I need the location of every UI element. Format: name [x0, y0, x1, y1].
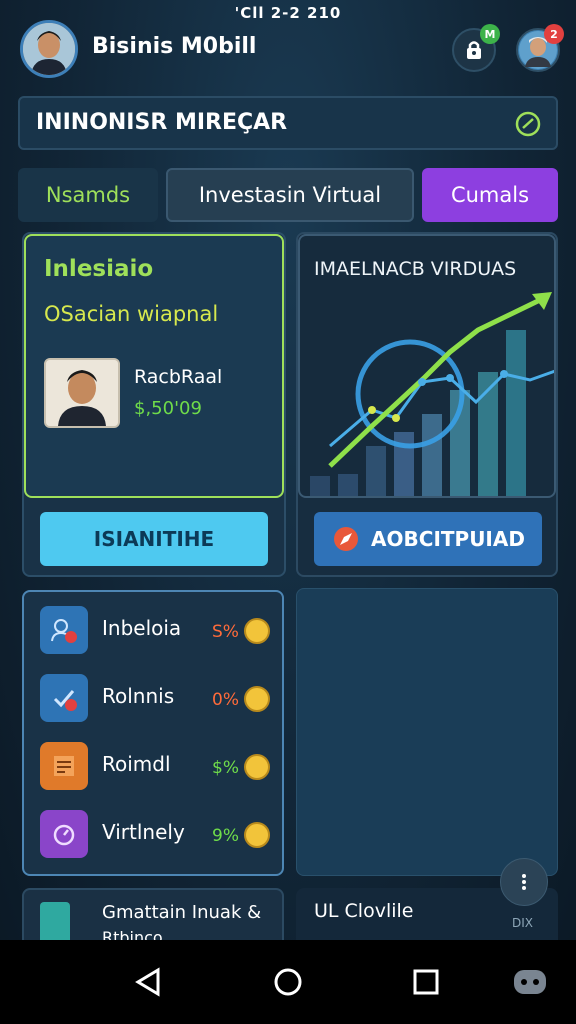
tab-bar: Nsamds Investasin Virtual Cumals — [18, 168, 558, 222]
secondary-action-label: AOBCITPUIAD — [371, 527, 525, 551]
more-icon — [522, 874, 526, 890]
lock-icon — [467, 41, 481, 59]
investment-card: Inlesiaio OSacian wiapnal RacbRaal $,50'… — [22, 232, 286, 577]
tab-nsamds[interactable]: Nsamds — [18, 168, 158, 222]
compass-icon — [334, 527, 359, 551]
list-item[interactable]: Rolnnis 0% — [40, 674, 276, 726]
lock-badge: M — [480, 24, 500, 44]
recents-button[interactable] — [404, 960, 448, 1004]
back-button[interactable] — [126, 960, 170, 1004]
search-input[interactable]: ININONISR MIREÇAR — [36, 110, 287, 135]
primary-action-button[interactable]: ISIANITIHE — [40, 512, 268, 566]
profile-photo — [44, 358, 120, 428]
assistant-icon — [514, 970, 546, 994]
empty-panel — [296, 588, 558, 876]
smiley-icon — [244, 686, 270, 712]
confirm-icon[interactable] — [514, 110, 542, 138]
tab-cumals[interactable]: Cumals — [422, 168, 558, 222]
card-title: Inlesiaio — [44, 256, 154, 282]
header: Bisinis M0bill M 2 — [20, 20, 564, 78]
bottom-card-title: Gmattain Inuak & — [102, 902, 262, 923]
check-icon — [40, 674, 88, 722]
home-button[interactable] — [266, 960, 310, 1004]
profile-button[interactable]: 2 — [516, 24, 564, 72]
secondary-action-button[interactable]: AOBCITPUIAD — [314, 512, 542, 566]
avatar[interactable] — [20, 20, 78, 78]
investment-card-panel: Inlesiaio OSacian wiapnal RacbRaal $,50'… — [24, 234, 284, 498]
chart-title: IMAELNACB VIRDUAS — [314, 258, 517, 280]
home-icon — [274, 968, 302, 996]
users-icon — [40, 606, 88, 654]
bottom-card-right-label: UL Clovlile — [314, 900, 414, 922]
list-item-label: Rolnnis — [102, 684, 175, 708]
list-item-label: Virtlnely — [102, 820, 185, 844]
fab-label: DIX — [512, 916, 533, 930]
document-icon — [40, 742, 88, 790]
smiley-icon — [244, 822, 270, 848]
app-title: Bisinis M0bill — [92, 34, 257, 59]
list-item[interactable]: Inbeloia S% — [40, 606, 276, 658]
list-item[interactable]: Roimdl $% — [40, 742, 276, 794]
list-item-percent: 9% — [212, 826, 239, 846]
clock-icon — [40, 810, 88, 858]
recents-icon — [413, 969, 439, 995]
card-subtitle: OSacian wiapnal — [44, 302, 219, 326]
more-button[interactable] — [500, 858, 548, 906]
lock-button[interactable]: M — [452, 24, 500, 72]
system-nav-bar — [0, 940, 576, 1024]
growth-chart-graphic — [310, 292, 554, 496]
list-item-percent: $% — [212, 758, 239, 778]
back-icon — [135, 967, 160, 997]
smiley-icon — [244, 618, 270, 644]
tab-investasin-virtual[interactable]: Investasin Virtual — [166, 168, 414, 222]
chart-panel: IMAELNACB VIRDUAS — [298, 234, 556, 498]
profile-value: $,50'09 — [134, 398, 202, 419]
list-item-label: Roimdl — [102, 752, 171, 776]
profile-name: RacbRaal — [134, 366, 223, 388]
smiley-icon — [244, 754, 270, 780]
list-item-percent: S% — [212, 622, 239, 642]
search-bar[interactable]: ININONISR MIREÇAR — [18, 96, 558, 150]
list-item-label: Inbeloia — [102, 616, 182, 640]
stats-list: Inbeloia S% Rolnnis 0% Roimdl $% Virtlne… — [22, 590, 284, 876]
virtual-chart-card: IMAELNACB VIRDUAS AOBCITPUIAD — [296, 232, 558, 577]
list-item[interactable]: Virtlnely 9% — [40, 810, 276, 862]
list-item-percent: 0% — [212, 690, 239, 710]
assistant-button[interactable] — [508, 960, 552, 1004]
profile-badge: 2 — [544, 24, 564, 44]
